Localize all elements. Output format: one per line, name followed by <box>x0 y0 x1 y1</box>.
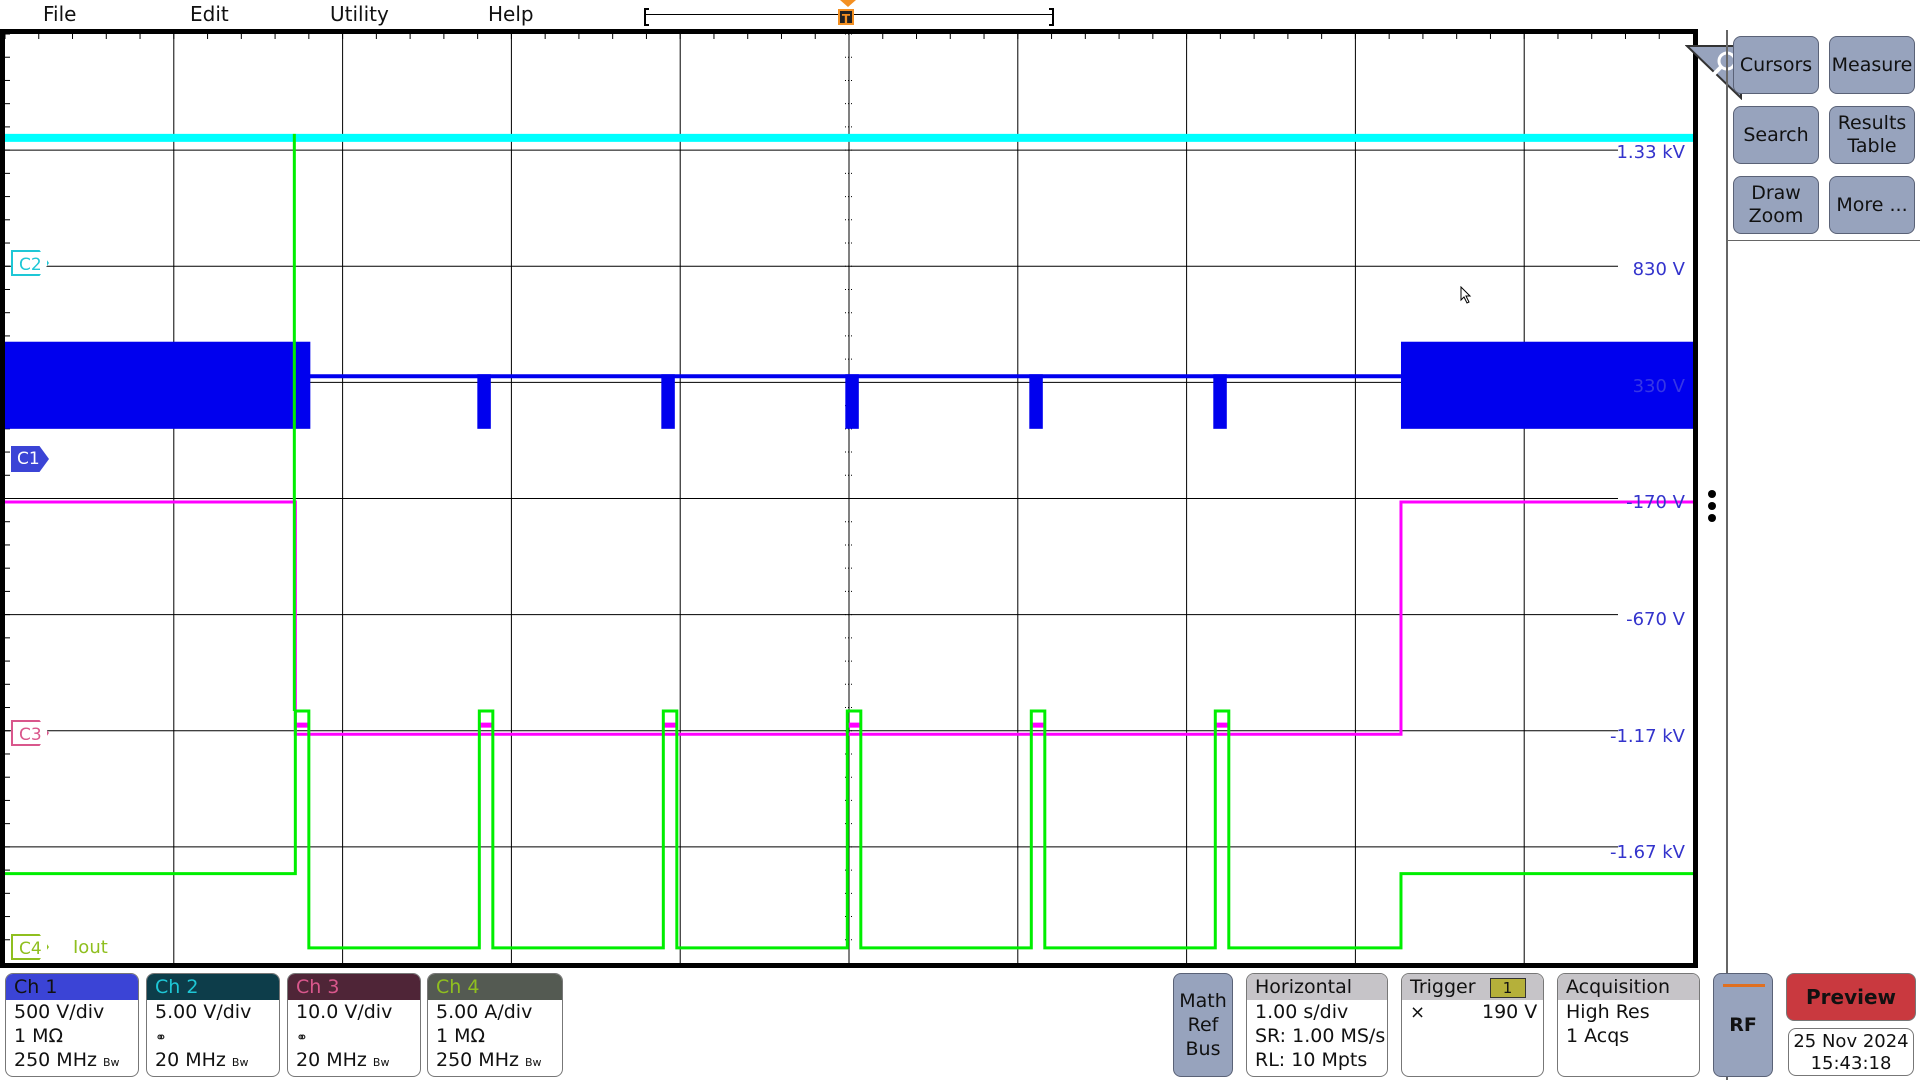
scale-label: 1.33 kV <box>1616 142 1685 163</box>
math-ref-bus-button[interactable]: Math Ref Bus <box>1173 973 1233 1077</box>
cursors-button[interactable]: Cursors <box>1733 36 1819 94</box>
channel-4-badge-title: Ch 4 <box>428 974 562 1000</box>
channel-3-trace-blip <box>479 722 493 728</box>
rf-button[interactable]: RF <box>1713 973 1773 1077</box>
scale-label: 330 V <box>1632 376 1685 397</box>
channel-1-trace-band <box>5 341 311 429</box>
rf-indicator <box>1723 984 1765 987</box>
rf-label: RF <box>1729 1014 1757 1036</box>
channel-3-trace-blip <box>295 722 309 728</box>
trigger-level: 190 V <box>1482 1001 1538 1023</box>
horizontal-title: Horizontal <box>1247 974 1387 1000</box>
trigger-header: Trigger 1 <box>1402 974 1543 1000</box>
more-button[interactable]: More ... <box>1829 176 1915 234</box>
channel-3-trace-blip <box>1215 722 1229 728</box>
channel-3-trace-blip <box>847 722 861 728</box>
channel-2-bandwidth: 20 MHz <box>155 1049 226 1071</box>
channel-2-badge-title: Ch 2 <box>147 974 279 1000</box>
record-length: RL: 10 Mpts <box>1255 1049 1368 1071</box>
side-panel-divider <box>1726 240 1920 241</box>
channel-3-scale: 10.0 V/div <box>296 1001 393 1023</box>
record-view-right-bracket <box>1049 8 1054 26</box>
channel-3-probe-row: ⚭ <box>288 1024 420 1048</box>
channel-4-coupling: 1 MΩ <box>436 1025 486 1047</box>
bandwidth-limit-icon: Bw <box>231 1056 249 1069</box>
probe-icon: ⚭ <box>296 1030 308 1046</box>
channel-1-trace-spike <box>1029 374 1043 429</box>
preview-button[interactable]: Preview <box>1786 973 1916 1021</box>
menu-edit[interactable]: Edit <box>190 2 229 26</box>
channel-1-scale: 500 V/div <box>14 1001 105 1023</box>
channel-3-marker-label: C3 <box>19 725 42 745</box>
trigger-source: 1 <box>1489 977 1526 998</box>
waveform-display[interactable]: 1.33 kV 830 V 330 V -170 V -670 V -1.17 … <box>0 29 1742 968</box>
channel-4-name-label: Iout <box>73 937 108 958</box>
bandwidth-limit-icon: Bw <box>372 1056 390 1069</box>
record-view-left-bracket <box>644 8 649 26</box>
date-time-display: 25 Nov 2024 15:43:18 <box>1788 1028 1914 1076</box>
horizontal-scale: 1.00 s/div <box>1255 1001 1349 1023</box>
channel-2-badge[interactable]: Ch 2 5.00 V/div ⚭ 20 MHz Bw <box>146 973 280 1077</box>
scale-label: -170 V <box>1626 492 1685 513</box>
time: 15:43:18 <box>1810 1053 1892 1074</box>
channel-3-bandwidth: 20 MHz <box>296 1049 367 1071</box>
channel-1-trace-spike <box>661 374 675 429</box>
channel-4-badge[interactable]: Ch 4 5.00 A/div 1 MΩ 250 MHz Bw <box>427 973 563 1077</box>
bandwidth-limit-icon: Bw <box>525 1056 542 1069</box>
horizontal-badge[interactable]: Horizontal 1.00 s/div SR: 1.00 MS/s RL: … <box>1246 973 1388 1077</box>
menu-file[interactable]: File <box>43 2 76 26</box>
menu-utility[interactable]: Utility <box>330 2 389 26</box>
scale-label: -1.67 kV <box>1609 842 1685 863</box>
channel-2-scale: 5.00 V/div <box>155 1001 252 1023</box>
channel-1-marker-label: C1 <box>17 449 40 469</box>
trigger-badge[interactable]: Trigger 1 ⨯ 190 V <box>1401 973 1544 1077</box>
menu-help[interactable]: Help <box>488 2 534 26</box>
channel-1-bandwidth: 250 MHz <box>14 1049 97 1071</box>
results-table-button[interactable]: Results Table <box>1829 106 1915 164</box>
acquisition-count: 1 Acqs <box>1566 1025 1630 1047</box>
scale-label: 830 V <box>1632 259 1685 280</box>
channel-1-badge[interactable]: Ch 1 500 V/div 1 MΩ 250 MHz Bw <box>5 973 139 1077</box>
channel-1-coupling: 1 MΩ <box>14 1025 64 1047</box>
channel-3-bandwidth-row: 20 MHz Bw <box>288 1048 420 1072</box>
scale-label: -670 V <box>1626 609 1685 630</box>
channel-1-badge-title: Ch 1 <box>6 974 138 1000</box>
mouse-pointer-icon <box>1460 285 1472 308</box>
channel-3-trace-blip <box>1031 722 1045 728</box>
trigger-settings-row: ⨯ 190 V <box>1402 1000 1543 1024</box>
channel-3-trace-blip <box>663 722 677 728</box>
measure-button[interactable]: Measure <box>1829 36 1915 94</box>
trigger-title: Trigger <box>1410 976 1476 998</box>
date: 25 Nov 2024 <box>1793 1031 1909 1052</box>
channel-4-bandwidth-row: 250 MHz Bw <box>428 1048 562 1072</box>
channel-4-bandwidth: 250 MHz <box>436 1049 519 1071</box>
bandwidth-limit-icon: Bw <box>103 1056 120 1069</box>
draw-zoom-button[interactable]: Draw Zoom <box>1733 176 1819 234</box>
waveform-graticule <box>5 34 1693 963</box>
channel-1-trace-spike <box>1213 374 1227 429</box>
channel-4-marker-label: C4 <box>19 939 42 959</box>
channel-3-badge-title: Ch 3 <box>288 974 420 1000</box>
channel-1-trace-spike <box>477 374 491 429</box>
scale-label: -1.17 kV <box>1609 726 1685 747</box>
either-edge-icon: ⨯ <box>1410 1002 1426 1023</box>
panel-resize-handle[interactable] <box>1708 490 1718 526</box>
channel-2-bandwidth-row: 20 MHz Bw <box>147 1048 279 1072</box>
channel-1-trace-spike <box>845 374 859 429</box>
channel-4-scale: 5.00 A/div <box>436 1001 533 1023</box>
channel-2-probe-row: ⚭ <box>147 1024 279 1048</box>
acquisition-mode: High Res <box>1566 1001 1650 1023</box>
acquisition-title: Acquisition <box>1558 974 1699 1000</box>
sample-rate: SR: 1.00 MS/s <box>1255 1025 1386 1047</box>
acquisition-badge[interactable]: Acquisition High Res 1 Acqs <box>1557 973 1700 1077</box>
trigger-position-arrow-icon <box>840 0 856 7</box>
channel-3-badge[interactable]: Ch 3 10.0 V/div ⚭ 20 MHz Bw <box>287 973 421 1077</box>
trigger-marker-icon[interactable]: T <box>838 9 854 26</box>
probe-icon: ⚭ <box>155 1030 167 1046</box>
channel-2-marker-label: C2 <box>19 255 42 275</box>
search-button[interactable]: Search <box>1733 106 1819 164</box>
channel-2-trace <box>5 133 1693 142</box>
channel-1-bandwidth-row: 250 MHz Bw <box>6 1048 138 1072</box>
